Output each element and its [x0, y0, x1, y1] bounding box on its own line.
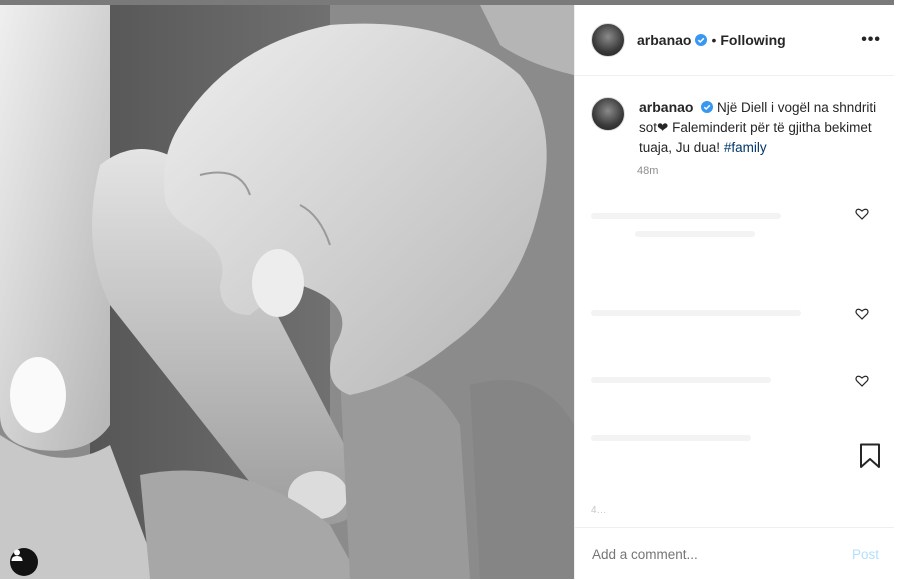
caption-username[interactable]: arbanao	[639, 99, 693, 115]
hashtag-link[interactable]: #family	[724, 140, 767, 155]
comment-input[interactable]	[590, 545, 824, 563]
verified-badge-icon	[701, 101, 714, 113]
bookmark-icon[interactable]	[859, 443, 881, 469]
caption-avatar[interactable]	[591, 97, 625, 131]
follow-status-button[interactable]: Following	[720, 32, 785, 48]
separator-dot: •	[711, 32, 717, 48]
hands-photo-illustration	[0, 5, 574, 579]
user-tag-icon[interactable]	[10, 548, 38, 576]
comment-placeholder	[591, 310, 801, 316]
avatar[interactable]	[591, 23, 625, 57]
post-sidebar: arbanao • Following ••• arbanao Një Diel…	[574, 5, 895, 579]
heart-icon[interactable]	[855, 374, 869, 388]
post-modal: arbanao • Following ••• arbanao Një Diel…	[0, 0, 900, 579]
comment-bar: Post	[575, 527, 895, 580]
more-options-icon[interactable]: •••	[861, 32, 881, 48]
heart-icon[interactable]	[855, 207, 869, 221]
verified-badge-icon	[695, 34, 708, 46]
likes-count[interactable]: 4…	[591, 505, 607, 516]
comment-placeholder	[591, 213, 781, 219]
header-username[interactable]: arbanao	[637, 32, 691, 48]
right-edge	[894, 0, 900, 579]
caption: arbanao Një Diell i vogël na shndriti so…	[591, 97, 881, 158]
comment-placeholder	[635, 231, 755, 237]
comment-placeholder	[591, 435, 751, 441]
post-photo[interactable]	[0, 5, 574, 579]
post-header: arbanao • Following •••	[575, 5, 895, 76]
caption-text-block: arbanao Një Diell i vogël na shndriti so…	[639, 97, 881, 158]
post-time[interactable]: 48m	[637, 165, 658, 177]
comment-placeholder	[591, 377, 771, 383]
heart-icon[interactable]	[855, 307, 869, 321]
post-comment-button[interactable]: Post	[852, 547, 879, 562]
